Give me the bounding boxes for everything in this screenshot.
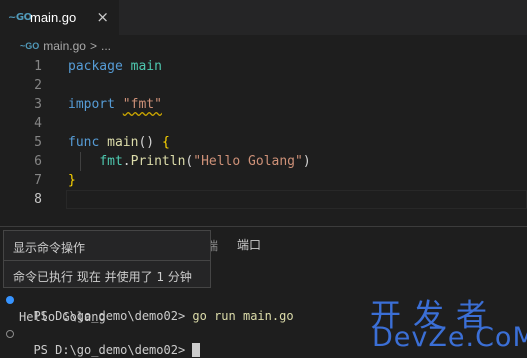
- code-token: (): [138, 135, 162, 150]
- line-number: 2: [34, 78, 42, 93]
- code-line[interactable]: 4: [0, 114, 527, 133]
- code-token: fmt: [99, 154, 123, 169]
- code-token: ): [302, 154, 311, 169]
- code-line[interactable]: 3 import "fmt": [0, 95, 527, 114]
- code-line[interactable]: 8: [0, 190, 527, 209]
- command-decoration-hover: 显示命令操作 命令已执行 现在 并使用了 1 分钟: [3, 230, 211, 288]
- hover-title[interactable]: 显示命令操作: [13, 239, 85, 256]
- code-line[interactable]: 5 func main() {: [0, 133, 527, 152]
- line-number: 3: [34, 97, 42, 112]
- breadcrumb-separator: >: [89, 39, 97, 53]
- breadcrumb-file[interactable]: main.go: [43, 39, 86, 53]
- code-line[interactable]: 2: [0, 76, 527, 95]
- code-text: fmt.Println("Hello Golang"): [68, 152, 311, 171]
- code-text: }: [68, 171, 76, 190]
- breadcrumb-more[interactable]: ...: [101, 39, 111, 53]
- line-number: 5: [34, 135, 42, 150]
- close-icon[interactable]: ×: [96, 9, 109, 25]
- command-pending-decoration[interactable]: [6, 330, 14, 338]
- code-token: {: [161, 135, 170, 150]
- code-token: main: [130, 59, 162, 74]
- code-token: main: [107, 135, 139, 150]
- code-line[interactable]: 7}: [0, 171, 527, 190]
- breadcrumb: ~GO main.go > ...: [0, 35, 527, 57]
- code-token: .: [122, 154, 131, 169]
- code-token: import: [68, 97, 115, 112]
- code-line[interactable]: 6 fmt.Println("Hello Golang"): [0, 152, 527, 171]
- tab-main-go[interactable]: ~GO main.go ×: [0, 0, 120, 35]
- terminal-cursor: [192, 343, 201, 357]
- terminal-prompt: PS D:\go_demo\demo02>: [33, 343, 193, 357]
- line-number: 7: [34, 173, 42, 188]
- line-number: 1: [34, 59, 42, 74]
- terminal-command: go run main.go: [192, 309, 294, 323]
- tab-ports[interactable]: 端口: [237, 236, 261, 253]
- code-token: func: [68, 135, 100, 150]
- go-file-icon: ~GO: [20, 41, 40, 51]
- hover-body: 命令已执行 现在 并使用了 1 分钟: [13, 270, 192, 284]
- code-text: package main: [68, 57, 162, 76]
- code-token: }: [68, 173, 76, 188]
- code-token: "fmt": [122, 97, 162, 112]
- command-success-decoration[interactable]: [6, 296, 14, 304]
- code-editor[interactable]: 1 package main 2 3 import "fmt" 4 5 func main()…: [0, 57, 527, 225]
- tab-label: main.go: [30, 10, 77, 25]
- code-text: func main() {: [68, 133, 170, 152]
- watermark-logo-en: DevZe.CoM: [372, 322, 527, 353]
- code-token: "Hello Golang": [193, 154, 303, 169]
- code-line[interactable]: 1 package main: [0, 57, 527, 76]
- code-token: Println: [130, 154, 186, 169]
- terminal-line-1[interactable]: PS D:\go_demo\demo02> go run main.go: [19, 292, 293, 323]
- hover-divider: [4, 260, 210, 261]
- code-token: package: [68, 59, 123, 74]
- code-text: import "fmt": [68, 95, 162, 114]
- line-number: 6: [34, 154, 42, 169]
- terminal-line-3[interactable]: PS D:\go_demo\demo02>: [19, 326, 201, 357]
- editor-tab-bar: ~GO main.go ×: [0, 0, 527, 35]
- line-number: 4: [34, 116, 42, 131]
- terminal-output: Hello Golang: [19, 310, 106, 324]
- line-number: 8: [34, 192, 42, 207]
- go-file-icon: ~GO: [8, 12, 32, 23]
